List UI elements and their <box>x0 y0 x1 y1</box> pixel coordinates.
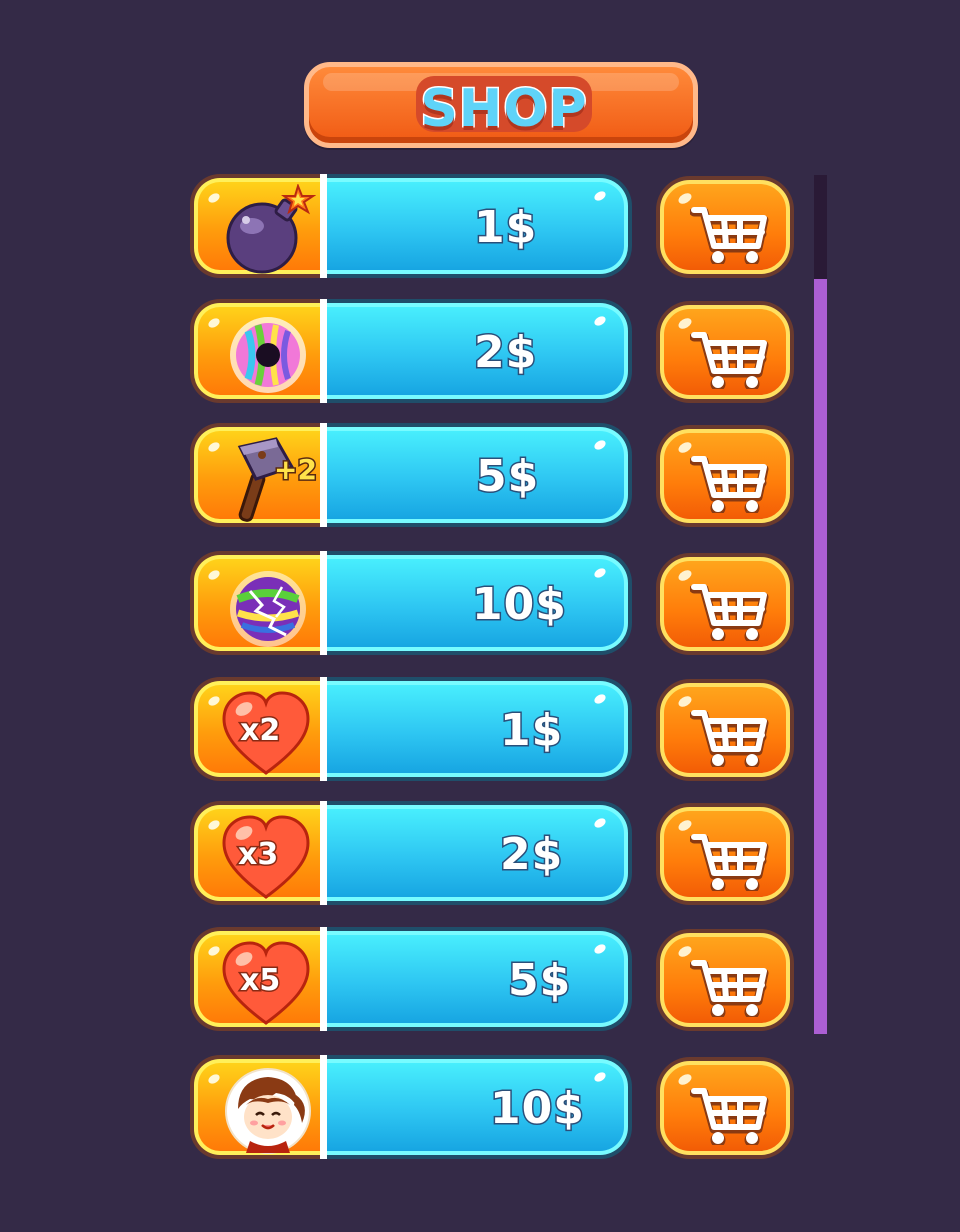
item-price: 10$ <box>471 579 568 630</box>
scrollbar-track-top <box>814 175 827 279</box>
bomb-icon <box>226 184 316 274</box>
price-panel: 2$ <box>326 299 632 403</box>
item-price: 10$ <box>489 1083 586 1134</box>
buy-cart-button[interactable] <box>656 929 794 1031</box>
item-icon-panel: x3 <box>190 801 328 905</box>
row-divider <box>320 801 327 905</box>
price-panel: 10$ <box>326 551 632 655</box>
item-price: 5$ <box>506 955 572 1006</box>
buy-cart-button[interactable] <box>656 1057 794 1159</box>
shop-row-heart-x3: x3 2$ <box>190 801 794 905</box>
row-divider <box>320 927 327 1031</box>
shop-row-bomb: 1$ <box>190 174 794 278</box>
shop-row-rainbow-donut: 2$ <box>190 299 794 403</box>
shop-row-heart-x2: x2 1$ <box>190 677 794 781</box>
price-panel: 5$ <box>326 423 632 527</box>
buy-cart-button[interactable] <box>656 425 794 527</box>
shopping-cart-icon <box>690 207 769 264</box>
shopping-cart-icon <box>690 960 769 1017</box>
buy-cart-button[interactable] <box>656 553 794 655</box>
item-badge: x5 <box>238 962 281 1000</box>
row-divider <box>320 423 327 527</box>
item-icon-panel: x5 <box>190 927 328 1031</box>
row-divider <box>320 677 327 781</box>
shopping-cart-icon <box>690 710 769 767</box>
price-panel: 10$ <box>326 1055 632 1159</box>
buy-cart-button[interactable] <box>656 176 794 278</box>
shopping-cart-icon <box>690 332 769 389</box>
item-icon-panel <box>190 174 328 278</box>
shopping-cart-icon <box>690 456 769 513</box>
shopping-cart-icon <box>690 1088 769 1145</box>
shop-title-banner: SHOP <box>304 62 698 148</box>
buy-cart-button[interactable] <box>656 301 794 403</box>
item-badge: x2 <box>238 712 281 750</box>
item-icon-panel <box>190 299 328 403</box>
item-icon-panel <box>190 551 328 655</box>
buy-cart-button[interactable] <box>656 803 794 905</box>
lightning-ball-icon <box>230 571 306 647</box>
item-price: 5$ <box>474 451 540 502</box>
row-divider <box>320 1055 327 1159</box>
row-divider <box>320 551 327 655</box>
item-icon-panel: +2 <box>190 423 328 527</box>
rainbow-donut-icon <box>230 317 306 393</box>
shopping-cart-icon <box>690 834 769 891</box>
item-price: 1$ <box>498 705 564 756</box>
price-panel: 1$ <box>326 174 632 278</box>
item-badge: x3 <box>236 836 279 874</box>
price-panel: 5$ <box>326 927 632 1031</box>
title-plate: SHOP <box>416 76 592 141</box>
shop-row-heart-x5: x5 5$ <box>190 927 794 1031</box>
scrollbar-thumb[interactable] <box>814 279 827 1034</box>
page-title: SHOP <box>419 78 588 141</box>
row-divider <box>320 174 327 278</box>
item-price: 1$ <box>472 202 538 253</box>
price-panel: 2$ <box>326 801 632 905</box>
price-panel: 1$ <box>326 677 632 781</box>
shop-row-character: 10$ <box>190 1055 794 1159</box>
shop-row-lightning-ball: 10$ <box>190 551 794 655</box>
row-divider <box>320 299 327 403</box>
shop-row-hammer: +2 5$ <box>190 423 794 527</box>
character-avatar-icon <box>225 1068 311 1154</box>
shopping-cart-icon <box>690 584 769 641</box>
item-price: 2$ <box>472 327 538 378</box>
item-icon-panel: x2 <box>190 677 328 781</box>
item-icon-panel <box>190 1055 328 1159</box>
buy-cart-button[interactable] <box>656 679 794 781</box>
item-price: 2$ <box>498 829 564 880</box>
item-badge: +2 <box>273 452 319 488</box>
